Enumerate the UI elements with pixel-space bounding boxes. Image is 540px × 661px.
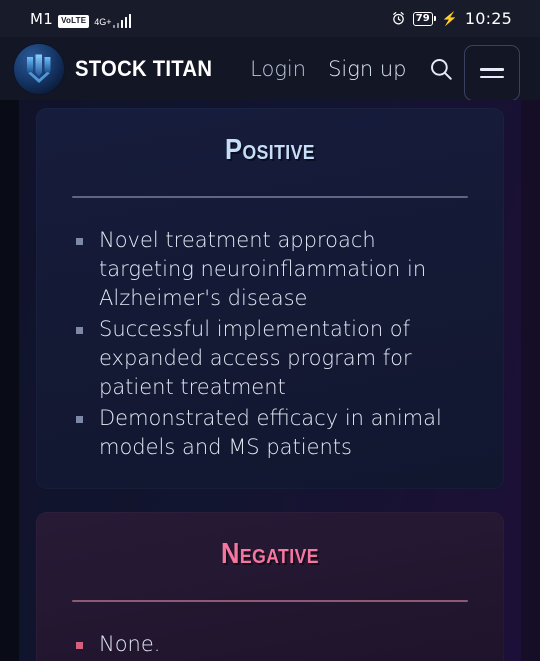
hamburger-menu-icon[interactable]: [464, 45, 520, 101]
content-container: Positive Novel treatment approach target…: [19, 100, 521, 661]
page-content: Positive Novel treatment approach target…: [0, 100, 540, 661]
header-nav: Login Sign up: [250, 57, 406, 81]
battery-level-label: 79: [412, 11, 433, 26]
network-indicator: 4G+: [94, 13, 132, 28]
carrier-label: M1: [30, 9, 54, 28]
brand-name: STOCK TITAN: [75, 55, 213, 81]
hamburger-bar: [480, 68, 504, 71]
positive-card-divider: [72, 196, 468, 198]
negative-summary-card: Negative None.: [36, 512, 504, 661]
phone-status-bar: M1 VoLTE 4G+ 79 ⚡ 10:25: [0, 0, 540, 37]
page-right-rail: [521, 100, 540, 661]
positive-summary-card: Positive Novel treatment approach target…: [36, 108, 504, 489]
charging-bolt-icon: ⚡: [441, 11, 458, 26]
positive-card-title: Positive: [225, 134, 315, 166]
negative-card-title: Negative: [221, 538, 319, 570]
battery-tip: [433, 16, 436, 21]
signal-bars-icon: [112, 13, 132, 28]
network-type-label: 4G+: [94, 16, 112, 27]
battery-indicator: 79: [412, 11, 436, 26]
clock-label: 10:25: [464, 9, 512, 28]
status-bar-left-group: M1 VoLTE 4G+: [30, 9, 132, 28]
app-header: STOCK TITAN Login Sign up: [0, 37, 540, 101]
negative-card-divider: [72, 600, 468, 602]
search-icon[interactable]: [425, 53, 457, 85]
hamburger-bar: [480, 75, 504, 78]
negative-points-list: None.: [72, 630, 468, 659]
list-item: Demonstrated efficacy in animal models a…: [72, 404, 468, 462]
positive-points-list: Novel treatment approach targeting neuro…: [72, 226, 468, 462]
signup-link[interactable]: Sign up: [328, 57, 406, 81]
page-left-rail: [0, 100, 19, 661]
brand-home-link[interactable]: STOCK TITAN: [14, 43, 224, 94]
list-item: Novel treatment approach targeting neuro…: [72, 226, 468, 313]
volte-badge: VoLTE: [58, 14, 90, 28]
alarm-clock-icon: [391, 11, 406, 26]
list-item: Successful implementation of expanded ac…: [72, 315, 468, 402]
stock-titan-logo-icon: [14, 43, 64, 94]
list-item: None.: [72, 630, 468, 659]
login-link[interactable]: Login: [250, 57, 306, 81]
status-bar-right-group: 79 ⚡ 10:25: [391, 9, 512, 28]
